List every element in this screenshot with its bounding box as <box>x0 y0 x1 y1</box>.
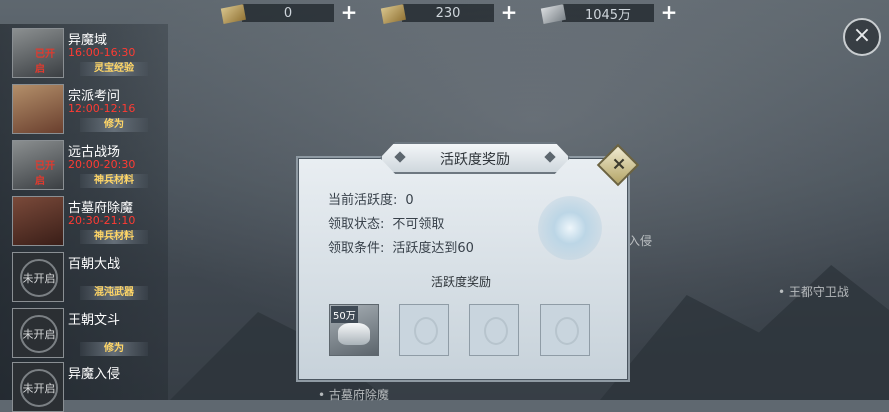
silver-ingot-icon <box>338 323 370 345</box>
event-reward: 神兵材料 <box>80 230 148 244</box>
row-label: 领取状态: <box>328 217 385 232</box>
claim-condition-row: 领取条件: 活跃度达到60 <box>328 237 474 256</box>
add-silver-button[interactable]: + <box>660 2 678 22</box>
bg-label-ancient-tomb[interactable]: • 古墓府除魔 <box>318 386 389 403</box>
event-item-yimoyu[interactable]: 已开启 异魔域 16:00-16:30 灵宝经验 <box>12 26 162 78</box>
reward-amount: 50万 <box>331 306 358 323</box>
event-item-zongpai[interactable]: 宗派考问 12:00-12:16 修为 <box>12 82 162 134</box>
event-item-baichao[interactable]: 未开启 百朝大战 混沌武器 <box>12 250 162 302</box>
row-label: 当前活跃度: <box>328 193 398 208</box>
open-tag: 已开启 <box>35 49 55 75</box>
currency-gold-value: 0 <box>242 4 334 22</box>
add-gold-button[interactable]: + <box>340 2 358 22</box>
row-value: 不可领取 <box>392 217 445 232</box>
activity-emblem-icon <box>538 196 602 260</box>
event-reward: 灵宝经验 <box>80 62 148 76</box>
current-activity-row: 当前活跃度: 0 <box>328 189 414 208</box>
add-treasure-button[interactable]: + <box>500 2 518 22</box>
event-name: 百朝大战 <box>68 257 121 272</box>
event-name: 王朝文斗 <box>68 313 121 328</box>
event-reward: 混沌武器 <box>80 286 148 300</box>
reward-slot[interactable]: 50万 <box>329 304 379 356</box>
locked-badge: 未开启 <box>20 315 58 353</box>
event-item-yimoruqin[interactable]: 未开启 异魔入侵 <box>12 360 162 412</box>
claim-status-row: 领取状态: 不可领取 <box>328 213 444 232</box>
row-value: 0 <box>405 193 414 208</box>
event-item-wangchao[interactable]: 未开启 王朝文斗 修为 <box>12 306 162 358</box>
currency-treasure: 230 + <box>378 2 518 24</box>
empty-slot-icon <box>555 317 579 345</box>
empty-slot-icon <box>414 317 438 345</box>
event-item-gumufu[interactable]: 古墓府除魔 20:30-21:10 神兵材料 <box>12 194 162 246</box>
event-name: 异魔入侵 <box>68 367 121 382</box>
bg-label-invade: 入侵 <box>628 234 653 248</box>
event-thumbnail: 未开启 <box>12 308 64 358</box>
event-thumbnail <box>12 196 64 246</box>
row-value: 活跃度达到60 <box>392 241 474 256</box>
close-screen-button[interactable]: × <box>843 18 881 56</box>
dialog-title: 活跃度奖励 <box>440 152 510 168</box>
currency-silver: 1045万 + <box>538 2 678 24</box>
event-thumbnail: 未开启 <box>12 252 64 302</box>
event-time: 16:00-16:30 <box>68 46 136 59</box>
event-thumbnail: 未开启 <box>12 362 64 412</box>
reward-slot-empty[interactable] <box>399 304 449 356</box>
event-time: 20:00-20:30 <box>68 158 136 171</box>
open-tag: 已开启 <box>35 161 55 187</box>
currency-gold: 0 + <box>218 2 358 24</box>
event-reward: 神兵材料 <box>80 174 148 188</box>
event-thumbnail: 已开启 <box>12 140 64 190</box>
empty-slot-icon <box>484 317 508 345</box>
event-thumbnail <box>12 84 64 134</box>
event-reward: 修为 <box>80 342 148 356</box>
reward-slot-empty[interactable] <box>540 304 590 356</box>
reward-section-title: 活跃度奖励 <box>430 275 491 289</box>
event-item-yuangu[interactable]: 已开启 远古战场 20:00-20:30 神兵材料 <box>12 138 162 190</box>
reward-slot-empty[interactable] <box>469 304 519 356</box>
event-time: 20:30-21:10 <box>68 214 136 227</box>
currency-silver-value: 1045万 <box>562 4 654 23</box>
dialog-title-banner: 活跃度奖励 <box>380 142 570 174</box>
event-thumbnail: 已开启 <box>12 28 64 78</box>
locked-badge: 未开启 <box>20 259 58 297</box>
close-icon: × <box>611 153 627 175</box>
currency-treasure-value: 230 <box>402 4 494 22</box>
event-time: 12:00-12:16 <box>68 102 136 115</box>
row-label: 领取条件: <box>328 241 385 256</box>
event-reward: 修为 <box>80 118 148 132</box>
bg-label-capital-defense[interactable]: • 王都守卫战 <box>778 283 849 300</box>
locked-badge: 未开启 <box>20 369 58 407</box>
